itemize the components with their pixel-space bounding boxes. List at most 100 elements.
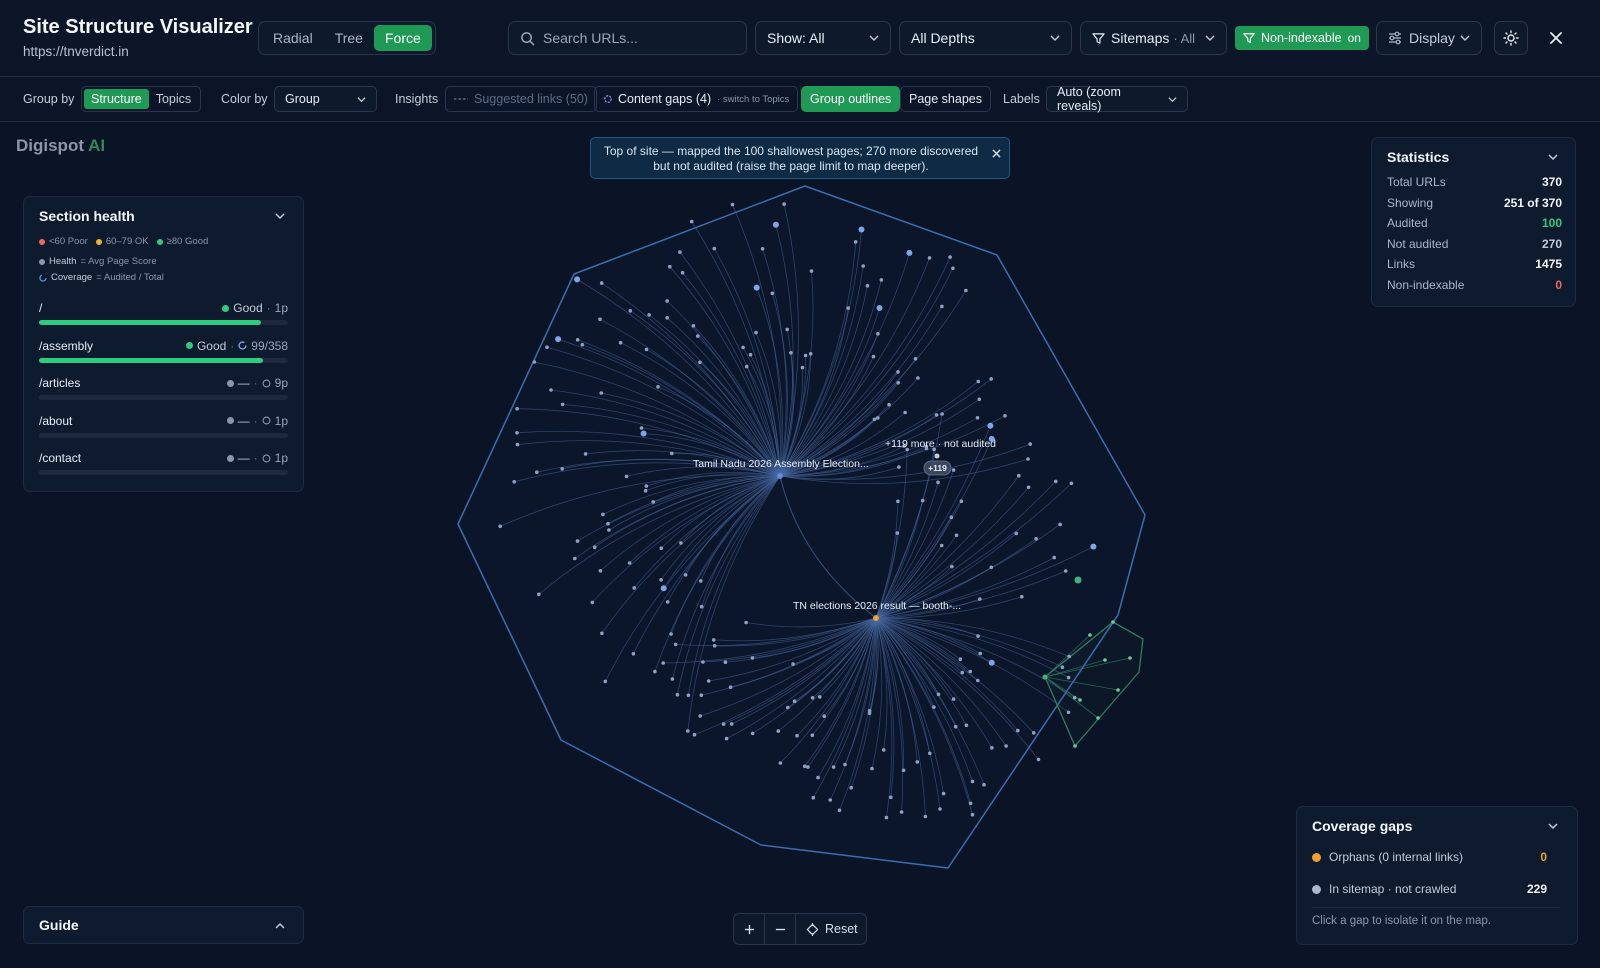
page-node[interactable]	[580, 342, 585, 347]
page-node[interactable]	[871, 354, 876, 359]
cluster-page-node[interactable]	[1096, 716, 1100, 720]
page-node[interactable]	[1063, 569, 1068, 573]
page-node[interactable]	[515, 406, 519, 411]
chevron-down-icon[interactable]	[1547, 820, 1559, 832]
page-node[interactable]	[744, 364, 749, 369]
page-node[interactable]	[975, 416, 980, 420]
page-node[interactable]	[532, 360, 537, 364]
page-node[interactable]	[644, 347, 649, 352]
page-node[interactable]	[698, 360, 702, 365]
close-button[interactable]	[1545, 27, 1567, 49]
page-node[interactable]	[872, 417, 877, 422]
page-node[interactable]	[977, 397, 982, 402]
page-node[interactable]	[583, 452, 588, 456]
page-node[interactable]	[809, 269, 814, 273]
page-node[interactable]	[1026, 485, 1031, 490]
page-node[interactable]	[1016, 728, 1020, 733]
page-node[interactable]	[940, 412, 944, 416]
page-node[interactable]	[1003, 414, 1007, 418]
content-gaps-button[interactable]: Content gaps (4) · switch to Topics	[594, 86, 799, 112]
cluster-hub-node[interactable]	[1042, 674, 1048, 680]
page-node[interactable]	[699, 693, 704, 697]
page-node[interactable]	[897, 465, 901, 469]
page-node[interactable]	[948, 255, 952, 259]
page-node[interactable]	[903, 410, 907, 415]
display-menu-button[interactable]: Display	[1376, 21, 1482, 55]
page-node[interactable]	[669, 632, 673, 636]
page-node[interactable]	[701, 660, 705, 664]
zoom-out-button[interactable]	[765, 914, 796, 944]
cluster-page-node[interactable]	[1103, 658, 1107, 662]
page-node[interactable]	[1014, 531, 1018, 536]
page-node[interactable]	[696, 334, 700, 338]
page-node[interactable]	[808, 352, 813, 356]
page-node[interactable]	[515, 442, 520, 447]
page-node[interactable]	[896, 499, 900, 504]
page-node[interactable]	[968, 801, 973, 806]
page-node[interactable]	[706, 679, 711, 683]
page-node[interactable]	[858, 226, 865, 233]
page-node[interactable]	[951, 266, 955, 271]
orphans-gap-item[interactable]: Orphans (0 internal links) 0	[1312, 850, 1547, 864]
show-filter-select[interactable]: Show: All	[755, 21, 891, 55]
page-node[interactable]	[748, 352, 753, 357]
page-node[interactable]	[721, 722, 726, 726]
page-node[interactable]	[938, 807, 942, 811]
cluster-page-node[interactable]	[1088, 633, 1092, 637]
page-node[interactable]	[754, 330, 758, 335]
page-node[interactable]	[941, 791, 946, 796]
page-node[interactable]	[600, 631, 604, 636]
page-node[interactable]	[661, 661, 665, 665]
page-node[interactable]	[853, 240, 858, 244]
page-node[interactable]	[818, 695, 822, 699]
page-node[interactable]	[537, 592, 541, 597]
page-node[interactable]	[803, 353, 808, 358]
reset-view-button[interactable]: Reset	[796, 922, 858, 936]
group-by-topics[interactable]: Topics	[149, 89, 198, 109]
page-node[interactable]	[861, 264, 865, 268]
cluster-page-node[interactable]	[1078, 698, 1082, 702]
page-node[interactable]	[659, 578, 663, 582]
page-node[interactable]	[640, 430, 647, 437]
group-outlines-toggle[interactable]: Group outlines	[801, 86, 901, 112]
page-node[interactable]	[927, 256, 932, 260]
page-node[interactable]	[989, 377, 993, 381]
page-node[interactable]	[639, 426, 644, 430]
theme-toggle-button[interactable]	[1494, 21, 1528, 55]
page-node[interactable]	[837, 808, 842, 813]
page-node[interactable]	[750, 731, 755, 736]
page-node[interactable]	[1090, 543, 1097, 550]
page-node[interactable]	[831, 765, 836, 769]
page-node[interactable]	[574, 276, 581, 283]
page-node[interactable]	[753, 284, 760, 291]
page-node[interactable]	[976, 379, 981, 384]
page-node[interactable]	[498, 524, 503, 529]
page-node[interactable]	[954, 533, 959, 538]
page-node[interactable]	[936, 480, 940, 485]
page-node[interactable]	[679, 541, 683, 545]
page-node[interactable]	[896, 370, 900, 374]
page-node[interactable]	[678, 250, 682, 254]
page-node[interactable]	[683, 573, 688, 577]
page-node[interactable]	[901, 768, 906, 773]
page-node[interactable]	[968, 669, 973, 674]
page-node[interactable]	[800, 365, 805, 370]
depth-filter-select[interactable]: All Depths	[899, 21, 1072, 55]
page-node[interactable]	[887, 402, 891, 407]
page-node[interactable]	[828, 798, 832, 802]
cluster-page-node[interactable]	[1116, 688, 1120, 692]
hub-node-assembly[interactable]	[777, 473, 783, 479]
page-node[interactable]	[970, 812, 975, 817]
page-node[interactable]	[953, 724, 958, 729]
page-node[interactable]	[1072, 695, 1077, 700]
page-node[interactable]	[936, 692, 941, 697]
page-node[interactable]	[555, 336, 562, 343]
page-node[interactable]	[959, 499, 964, 504]
page-node[interactable]	[593, 545, 597, 549]
sitemaps-filter-select[interactable]: Sitemaps · All	[1080, 21, 1227, 55]
page-node[interactable]	[1052, 555, 1056, 560]
page-node[interactable]	[916, 376, 920, 380]
layout-mode-force[interactable]: Force	[373, 25, 432, 51]
cluster-page-node[interactable]	[1128, 656, 1132, 660]
page-node[interactable]	[964, 288, 968, 293]
